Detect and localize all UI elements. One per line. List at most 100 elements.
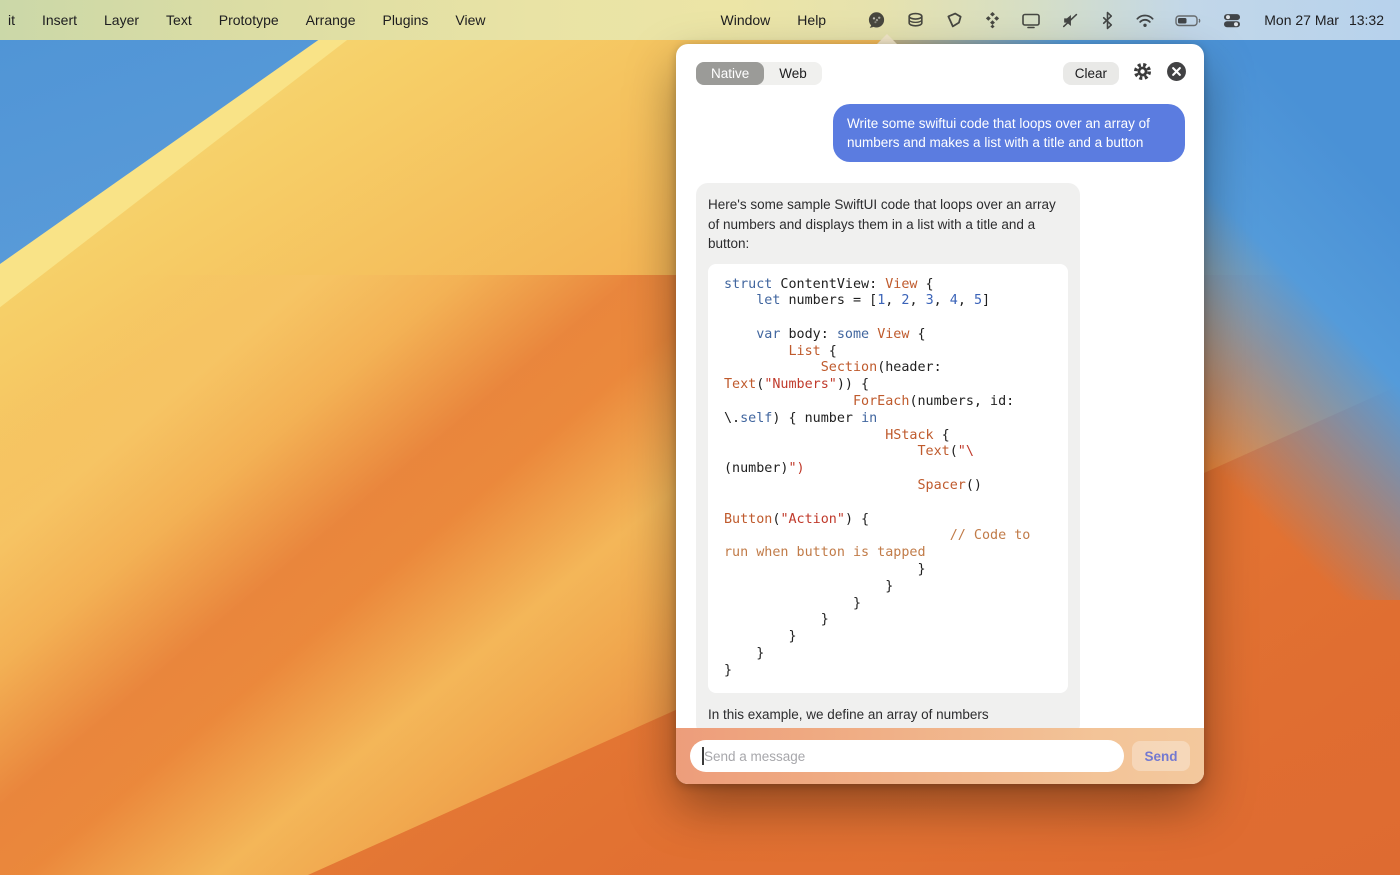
menu-item-arrange[interactable]: Arrange bbox=[306, 12, 356, 28]
code-token: (header: bbox=[877, 360, 942, 375]
code-token bbox=[724, 344, 789, 359]
code-token bbox=[724, 528, 950, 543]
code-token: Text bbox=[724, 377, 756, 392]
menubar-clock[interactable]: Mon 27 Mar 13:32 bbox=[1264, 12, 1384, 28]
code-token: } bbox=[724, 629, 797, 644]
settings-button[interactable] bbox=[1132, 61, 1153, 85]
header-actions: Clear bbox=[1063, 61, 1187, 85]
text-caret bbox=[702, 747, 704, 765]
code-token: , bbox=[934, 293, 950, 308]
assistant-intro-text: Here's some sample SwiftUI code that loo… bbox=[708, 195, 1068, 254]
assistant-popover: NativeWeb Clear bbox=[676, 44, 1204, 784]
battery-icon[interactable] bbox=[1175, 10, 1202, 30]
assistant-app-icon[interactable] bbox=[867, 10, 886, 30]
code-token: let bbox=[756, 293, 780, 308]
code-token: } bbox=[724, 612, 829, 627]
code-token: Section bbox=[821, 360, 877, 375]
code-token: ) { bbox=[845, 512, 869, 527]
code-token: } bbox=[724, 579, 893, 594]
code-token: ContentView: bbox=[772, 277, 885, 292]
code-token: "\ bbox=[958, 444, 974, 459]
code-token: in bbox=[861, 411, 877, 426]
code-token: Button bbox=[724, 512, 772, 527]
code-token: , bbox=[958, 293, 974, 308]
gear-icon bbox=[1132, 61, 1153, 85]
code-token bbox=[724, 428, 885, 443]
clock-date: Mon 27 Mar bbox=[1264, 12, 1339, 28]
menu-item-it[interactable]: it bbox=[8, 12, 15, 28]
chat-scroll-area[interactable]: Write some swiftui code that loops over … bbox=[676, 90, 1204, 784]
close-icon bbox=[1166, 61, 1187, 85]
code-token bbox=[724, 394, 853, 409]
code-token: HStack bbox=[885, 428, 933, 443]
message-field-wrap bbox=[690, 740, 1124, 772]
code-token: } bbox=[724, 646, 764, 661]
display-icon[interactable] bbox=[1021, 10, 1041, 30]
code-token bbox=[724, 478, 917, 493]
code-token: some bbox=[837, 327, 869, 342]
message-input[interactable] bbox=[690, 740, 1124, 772]
menu-item-help[interactable]: Help bbox=[797, 12, 826, 28]
code-token: (numbers, id: bbox=[909, 394, 1014, 409]
code-token: , bbox=[885, 293, 901, 308]
code-token bbox=[724, 360, 821, 375]
code-token: { bbox=[909, 327, 925, 342]
code-token: { bbox=[918, 277, 934, 292]
code-token: body: bbox=[780, 327, 836, 342]
code-token: numbers = [ bbox=[780, 293, 877, 308]
code-token: ) { number bbox=[772, 411, 861, 426]
code-token: Text bbox=[917, 444, 949, 459]
user-message-bubble: Write some swiftui code that loops over … bbox=[833, 104, 1185, 162]
shield-icon[interactable] bbox=[945, 10, 964, 30]
assistant-message-bubble: Here's some sample SwiftUI code that loo… bbox=[696, 183, 1080, 736]
code-token: 4 bbox=[950, 293, 958, 308]
popover-header: NativeWeb Clear bbox=[676, 44, 1204, 90]
code-token: ") bbox=[789, 461, 805, 476]
code-token: struct bbox=[724, 277, 772, 292]
code-token bbox=[724, 327, 756, 342]
code-token bbox=[724, 293, 756, 308]
code-block: struct ContentView: View { let numbers =… bbox=[708, 264, 1068, 693]
dropbox-icon[interactable] bbox=[984, 10, 1001, 30]
menu-item-layer[interactable]: Layer bbox=[104, 12, 139, 28]
code-token: } bbox=[724, 562, 926, 577]
code-token: // Code to bbox=[950, 528, 1031, 543]
menu-item-insert[interactable]: Insert bbox=[42, 12, 77, 28]
code-token bbox=[869, 327, 877, 342]
tab-native[interactable]: Native bbox=[696, 62, 764, 85]
message-input-bar: Send bbox=[676, 728, 1204, 784]
code-token: } bbox=[724, 663, 732, 678]
code-token: self bbox=[740, 411, 772, 426]
code-token: "Numbers" bbox=[764, 377, 837, 392]
code-token: { bbox=[821, 344, 837, 359]
control-center-icon[interactable] bbox=[1222, 10, 1242, 30]
code-token: , bbox=[909, 293, 925, 308]
menu-item-plugins[interactable]: Plugins bbox=[382, 12, 428, 28]
database-icon[interactable] bbox=[906, 10, 925, 30]
code-token: View bbox=[885, 277, 917, 292]
wifi-icon[interactable] bbox=[1135, 10, 1155, 30]
menu-item-view[interactable]: View bbox=[455, 12, 485, 28]
code-token bbox=[724, 444, 917, 459]
menu-item-text[interactable]: Text bbox=[166, 12, 192, 28]
clear-button[interactable]: Clear bbox=[1063, 62, 1119, 85]
code-token: ForEach bbox=[853, 394, 909, 409]
volume-muted-icon[interactable] bbox=[1061, 10, 1080, 30]
code-token: \. bbox=[724, 411, 740, 426]
code-token: ] bbox=[982, 293, 990, 308]
menu-item-window[interactable]: Window bbox=[721, 12, 771, 28]
code-token: Spacer bbox=[917, 478, 965, 493]
close-button[interactable] bbox=[1166, 61, 1187, 85]
code-token: { bbox=[934, 428, 950, 443]
tab-web[interactable]: Web bbox=[764, 62, 822, 85]
code-token: var bbox=[756, 327, 780, 342]
clock-time: 13:32 bbox=[1349, 12, 1384, 28]
code-token: 3 bbox=[926, 293, 934, 308]
code-token: 5 bbox=[974, 293, 982, 308]
code-token: } bbox=[724, 596, 861, 611]
send-button[interactable]: Send bbox=[1132, 741, 1190, 771]
menu-item-prototype[interactable]: Prototype bbox=[219, 12, 279, 28]
menubar: it Insert Layer Text Prototype Arrange Plugins… bbox=[0, 0, 1400, 40]
code-token: ( bbox=[950, 444, 958, 459]
bluetooth-icon[interactable] bbox=[1100, 10, 1115, 30]
